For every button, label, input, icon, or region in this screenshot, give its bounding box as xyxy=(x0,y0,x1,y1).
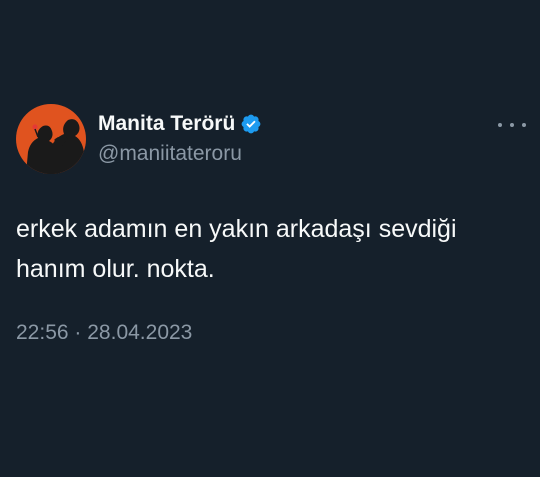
tweet-header: Manita Terörü @maniitateroru xyxy=(16,104,262,174)
timestamp-separator: · xyxy=(74,321,82,344)
more-dot xyxy=(510,123,514,127)
display-name[interactable]: Manita Terörü xyxy=(98,111,235,137)
tweet-text: erkek adamın en yakın arkadaşı sevdiği h… xyxy=(16,215,457,283)
more-dot xyxy=(522,123,526,127)
more-dot xyxy=(498,123,502,127)
display-name-row: Manita Terörü xyxy=(98,111,262,137)
verified-badge-icon xyxy=(240,113,262,135)
handle[interactable]: @maniitateroru xyxy=(98,140,262,168)
tweet-timestamp[interactable]: 22:56 · 28.04.2023 xyxy=(16,318,192,348)
tweet-time: 22:56 xyxy=(16,321,69,344)
avatar[interactable] xyxy=(16,104,86,174)
tweet-date: 28.04.2023 xyxy=(87,321,193,344)
tweet-card: Manita Terörü @maniitateroru erkek adamı… xyxy=(0,0,540,477)
more-options-icon[interactable] xyxy=(498,117,526,133)
author-names: Manita Terörü @maniitateroru xyxy=(98,111,262,168)
avatar-image xyxy=(16,104,86,174)
